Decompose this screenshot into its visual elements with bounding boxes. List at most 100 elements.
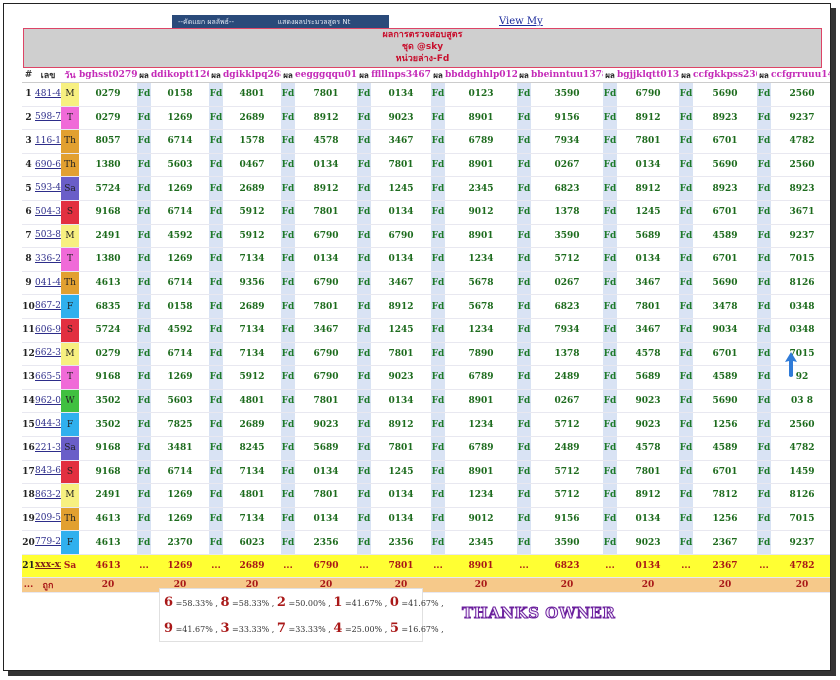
draw-number-link[interactable]: 503-89: [35, 224, 61, 249]
result-flag: Fd: [137, 318, 151, 343]
formula-value: 3467: [295, 318, 357, 343]
draw-number-link[interactable]: 481-40: [35, 82, 61, 107]
table-row: 11606-94S5724Fd4592Fd7134Fd3467Fd1245Fd1…: [22, 318, 830, 343]
result-flag: Fd: [281, 82, 295, 107]
result-flag: Fd: [209, 389, 223, 414]
formula-value: 8923: [771, 176, 830, 201]
result-flag: Fd: [137, 530, 151, 555]
draw-number-link[interactable]: 843-61: [35, 460, 61, 485]
result-flag: Fd: [357, 106, 371, 131]
formula-value: 6790: [295, 271, 357, 296]
formula-value: 1378: [531, 342, 603, 367]
formula-value: 4592: [151, 224, 209, 249]
header-formula: bghsst0279: [79, 68, 137, 83]
formula-value: 0123: [445, 82, 517, 107]
formula-value: 4578: [295, 129, 357, 154]
result-flag: Fd: [679, 129, 693, 154]
result-flag: Fd: [679, 483, 693, 508]
formula-value: 2489: [531, 365, 603, 390]
formula-value: 7015: [771, 342, 830, 367]
result-flag: Fd: [603, 294, 617, 319]
draw-number-link[interactable]: 690-60: [35, 153, 61, 178]
formula-value: 8912: [617, 483, 679, 508]
result-flag: Fd: [757, 129, 771, 154]
result-flag: Fd: [209, 436, 223, 461]
draw-number-link[interactable]: 116-17: [35, 129, 61, 154]
draw-number-link[interactable]: 962-00: [35, 389, 61, 414]
formula-value: 8901: [445, 224, 517, 249]
formula-value: 3502: [79, 389, 137, 414]
result-flag: Fd: [137, 153, 151, 178]
table-header: #เลขวันbghsst0279ผลddikoptt1269ผลdgikklp…: [22, 68, 830, 83]
result-flag: Fd: [357, 247, 371, 272]
formula-value: 7015: [771, 507, 830, 532]
table-row: 2598-79T0279Fd1269Fd2689Fd8912Fd9023Fd89…: [22, 106, 830, 131]
draw-number-link[interactable]: 665-59: [35, 365, 61, 390]
draw-number-link[interactable]: xxx-xx: [35, 554, 61, 578]
result-flag: ...: [357, 554, 371, 578]
draw-number-link[interactable]: 867-28: [35, 294, 61, 319]
formula-value: 1245: [371, 176, 431, 201]
formula-value: 1269: [151, 106, 209, 131]
result-flag: Fd: [603, 530, 617, 555]
stat-digit: 3: [220, 621, 230, 636]
formula-value: 4578: [617, 436, 679, 461]
totals-spacer: [757, 577, 771, 593]
formula-value: 1269: [151, 554, 209, 578]
day-badge: M: [61, 483, 79, 508]
formula-value: 4589: [693, 436, 757, 461]
draw-number-link[interactable]: 041-46: [35, 271, 61, 296]
stat-digit: 0: [389, 595, 399, 610]
result-flag: Fd: [679, 82, 693, 107]
formula-value: 5712: [531, 412, 603, 437]
result-flag: Fd: [281, 365, 295, 390]
draw-number-link[interactable]: 598-79: [35, 106, 61, 131]
result-flag: Fd: [603, 106, 617, 131]
draw-number-link[interactable]: 593-42: [35, 176, 61, 201]
header-formula: bgjjklqtt0134: [617, 68, 679, 83]
result-flag: Fd: [431, 389, 445, 414]
draw-number-link[interactable]: 606-94: [35, 318, 61, 343]
result-flag: Fd: [137, 247, 151, 272]
formula-value: 5912: [223, 365, 281, 390]
formula-value: 4801: [223, 82, 281, 107]
formula-value: 92: [771, 365, 830, 390]
row-number: 20: [22, 530, 35, 555]
formula-value: 5912: [223, 224, 281, 249]
result-flag: Fd: [137, 460, 151, 485]
draw-number-link[interactable]: 044-32: [35, 412, 61, 437]
day-badge: Th: [61, 153, 79, 178]
draw-number-link[interactable]: 209-51: [35, 507, 61, 532]
result-flag: Fd: [357, 82, 371, 107]
result-flag: Fd: [431, 294, 445, 319]
stat-percent: =58.33%: [175, 599, 213, 608]
formula-value: 4782: [771, 554, 830, 578]
totals-spacer: [517, 577, 531, 593]
row-number: 9: [22, 271, 35, 296]
draw-number-link[interactable]: 336-21: [35, 247, 61, 272]
result-flag: Fd: [209, 153, 223, 178]
draw-number-link[interactable]: 662-37: [35, 342, 61, 367]
formula-value: 1234: [445, 318, 517, 343]
result-flag: Fd: [137, 129, 151, 154]
formula-value: 7015: [771, 247, 830, 272]
draw-number-link[interactable]: 863-21: [35, 483, 61, 508]
draw-number-link[interactable]: 221-38: [35, 436, 61, 461]
result-flag: Fd: [137, 342, 151, 367]
formula-value: 4613: [79, 271, 137, 296]
draw-number-link[interactable]: 779-23: [35, 530, 61, 555]
row-number: 13: [22, 365, 35, 390]
row-number: 11: [22, 318, 35, 343]
formula-value: 3467: [371, 129, 431, 154]
formula-value: 7801: [371, 153, 431, 178]
show-formula-button[interactable]: แสดงผลประมวลสูตร Nt: [239, 15, 389, 29]
formula-value: 1256: [693, 507, 757, 532]
formula-value: 4782: [771, 129, 830, 154]
result-flag: Fd: [603, 271, 617, 296]
draw-number-link[interactable]: 504-31: [35, 200, 61, 225]
filter-results-button[interactable]: --คัดแยก ผลลัพธ์--: [172, 15, 240, 29]
hit-count: 20: [79, 577, 137, 593]
row-number: 12: [22, 342, 35, 367]
formula-value: 0267: [531, 271, 603, 296]
result-flag: Fd: [517, 318, 531, 343]
